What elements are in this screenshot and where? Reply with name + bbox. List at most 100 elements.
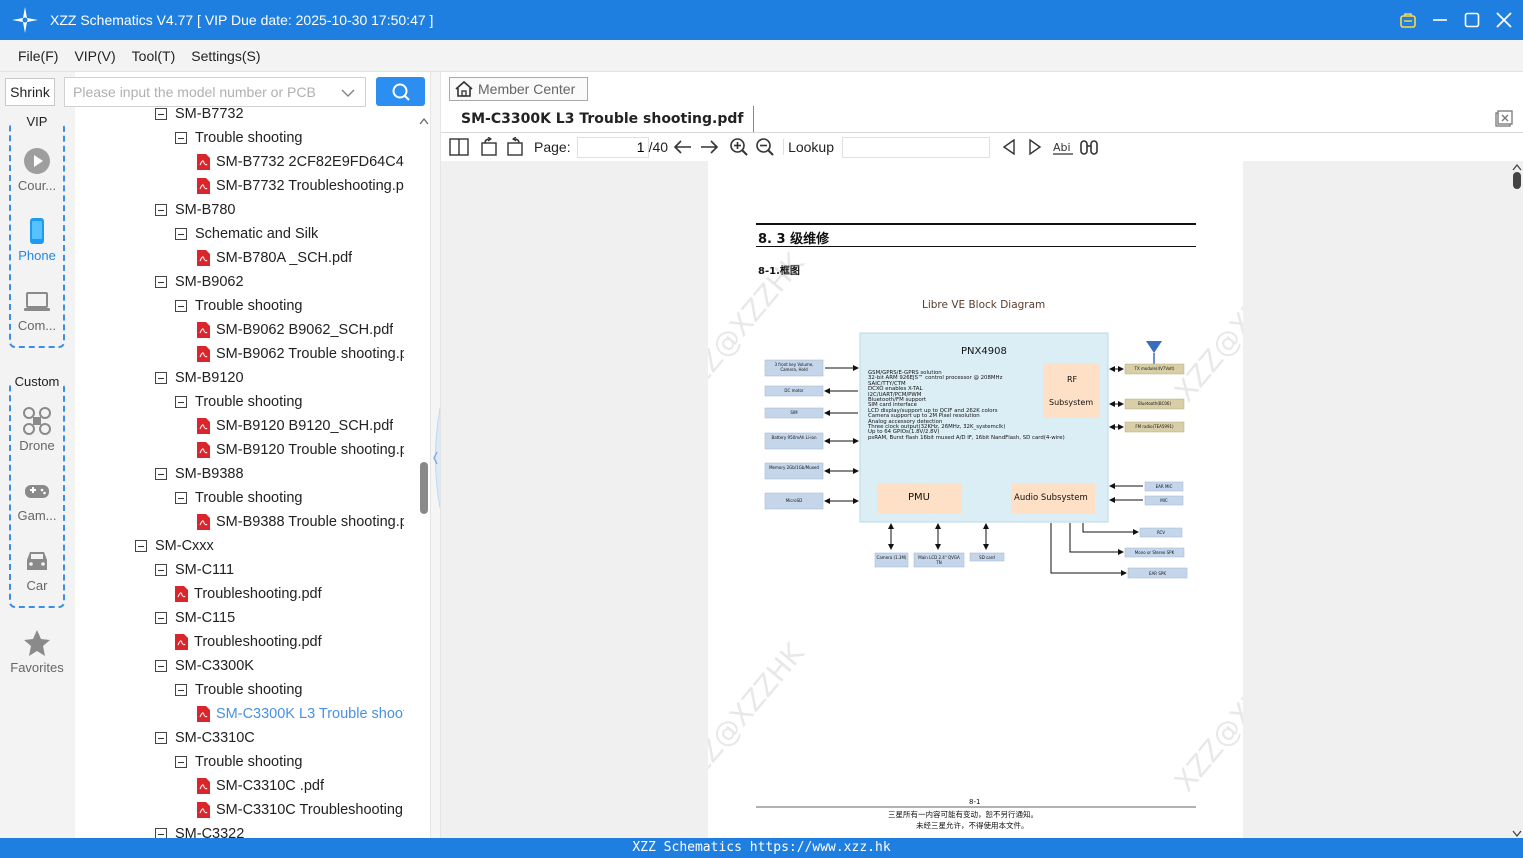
rail-item-phone[interactable]: Phone [11, 216, 63, 263]
collapse-toggle-icon[interactable] [175, 228, 187, 240]
collapse-toggle-icon[interactable] [155, 828, 167, 838]
menu-settings[interactable]: Settings(S) [191, 48, 260, 64]
find-previous-icon[interactable] [998, 136, 1020, 158]
tree-file-item[interactable]: SM-B780A _SCH.pdf [197, 246, 352, 270]
rotate-right-icon[interactable] [504, 136, 526, 158]
member-center-button[interactable]: Member Center [449, 77, 588, 101]
maximize-icon[interactable] [1463, 11, 1481, 29]
tree-folder-item[interactable]: Trouble shooting [175, 486, 302, 510]
tree-folder-item[interactable]: Trouble shooting [175, 126, 302, 150]
collapse-toggle-icon[interactable] [175, 756, 187, 768]
previous-view-icon[interactable] [672, 136, 694, 158]
tree-folder-item[interactable]: SM-B7732 [155, 108, 244, 126]
zoom-in-icon[interactable] [728, 136, 750, 158]
tree-folder-item[interactable]: Trouble shooting [175, 750, 302, 774]
collapse-toggle-icon[interactable] [175, 132, 187, 144]
rail-item-drone[interactable]: Drone [11, 406, 63, 453]
collapse-toggle-icon[interactable] [155, 660, 167, 672]
model-search-field[interactable] [64, 77, 366, 107]
rail-item-courses[interactable]: Cour... [11, 146, 63, 193]
match-case-icon[interactable]: Abi [1050, 136, 1076, 158]
collapse-toggle-icon[interactable] [175, 684, 187, 696]
close-tabs-icon[interactable] [1495, 110, 1513, 128]
tree-file-item[interactable]: SM-C3300K L3 Trouble shooting.pdf [197, 702, 404, 726]
menu-vip[interactable]: VIP(V) [74, 48, 115, 64]
minimize-icon[interactable] [1431, 11, 1449, 29]
collapse-toggle-icon[interactable] [175, 396, 187, 408]
tree-folder-item[interactable]: SM-C115 [155, 606, 235, 630]
collapse-toggle-icon[interactable] [155, 468, 167, 480]
tree-folder-item[interactable]: SM-C3310C [155, 726, 255, 750]
viewer-toolbar: Page: /40 Lookup Abi [441, 133, 1523, 161]
tree-folder-item[interactable]: Schematic and Silk [175, 222, 318, 246]
custom-group: Custom Drone Gam... Car [9, 374, 65, 608]
tree-folder-item[interactable]: SM-C3300K [155, 654, 254, 678]
document-tab[interactable]: SM-C3300K L3 Trouble shooting.pdf [451, 106, 755, 132]
audio-subsystem-label: Audio Subsystem [1014, 493, 1088, 503]
tree-folder-item[interactable]: SM-B780 [155, 198, 235, 222]
viewer-scrollbar[interactable] [1511, 161, 1523, 838]
tree-file-item[interactable]: SM-B9388 Trouble shooting.pdf [197, 510, 404, 534]
collapse-toggle-icon[interactable] [155, 108, 167, 120]
right-block-label: Mono or Stereo SPK [1134, 550, 1175, 555]
tree-file-item[interactable]: SM-B7732 Troubleshooting.pdf [197, 174, 404, 198]
tree-folder-item[interactable]: SM-C3322 [155, 822, 244, 838]
collapse-toggle-icon[interactable] [155, 612, 167, 624]
menu-file[interactable]: File(F) [18, 48, 58, 64]
zoom-out-icon[interactable] [754, 136, 776, 158]
collapse-toggle-icon[interactable] [135, 540, 147, 552]
menu-tool[interactable]: Tool(T) [132, 48, 176, 64]
custom-group-title: Custom [11, 374, 63, 389]
collapse-toggle-icon[interactable] [155, 732, 167, 744]
search-input[interactable] [73, 84, 333, 100]
collapse-toggle-icon[interactable] [155, 564, 167, 576]
tree-folder-item[interactable]: SM-B9388 [155, 462, 244, 486]
collapse-toggle-icon[interactable] [155, 372, 167, 384]
tree-folder-item[interactable]: Trouble shooting [175, 390, 302, 414]
chevron-down-icon[interactable] [341, 88, 355, 98]
tree-file-item[interactable]: Troubleshooting.pdf [175, 630, 322, 654]
drone-icon [23, 407, 51, 435]
collapse-toggle-icon[interactable] [175, 492, 187, 504]
tree-item-label: SM-C3322 [175, 826, 245, 838]
tree-item-label: SM-B9062 [175, 274, 244, 290]
page-number-input[interactable] [576, 136, 649, 158]
tree-file-item[interactable]: SM-C3310C Troubleshooting.pdf [197, 798, 404, 822]
tree-file-item[interactable]: Troubleshooting.pdf [175, 582, 322, 606]
rotate-left-icon[interactable] [478, 136, 500, 158]
rail-item-favorites[interactable]: Favorites [7, 628, 67, 675]
collapse-handle-icon[interactable] [431, 408, 441, 508]
page-total: /40 [648, 139, 669, 155]
search-button[interactable] [376, 77, 425, 106]
pdf-viewport[interactable]: 8. 3 级维修 8-1.框图 Libre VE Block Diagram P… [441, 161, 1523, 838]
tree-file-item[interactable]: SM-B9062 Trouble shooting.pdf [197, 342, 404, 366]
lookup-input[interactable] [842, 136, 990, 158]
collapse-toggle-icon[interactable] [175, 300, 187, 312]
panel-splitter[interactable] [430, 72, 441, 838]
vip-bag-icon[interactable] [1399, 11, 1417, 29]
shrink-button[interactable]: Shrink [5, 78, 55, 106]
rail-item-car[interactable]: Car [11, 546, 63, 593]
tree-file-item[interactable]: SM-C3310C .pdf [197, 774, 324, 798]
tree-file-item[interactable]: SM-B9120 Trouble shooting.pdf [197, 438, 404, 462]
tree-scrollbar[interactable] [418, 112, 430, 838]
tree-folder-item[interactable]: SM-B9062 [155, 270, 244, 294]
collapse-toggle-icon[interactable] [155, 204, 167, 216]
close-icon[interactable] [1495, 11, 1513, 29]
rail-item-games[interactable]: Gam... [11, 476, 63, 523]
tree-file-item[interactable]: SM-B9062 B9062_SCH.pdf [197, 318, 393, 342]
tree-folder-item[interactable]: SM-C111 [155, 558, 234, 582]
tree-folder-item[interactable]: SM-Cxxx [135, 534, 214, 558]
binoculars-icon[interactable] [1078, 136, 1100, 158]
model-tree-panel: SM-B7732 Trouble shooting SM-B7732 2CF82E9… [64, 72, 430, 838]
tree-folder-item[interactable]: SM-B9120 [155, 366, 244, 390]
tree-folder-item[interactable]: Trouble shooting [175, 678, 302, 702]
tree-folder-item[interactable]: Trouble shooting [175, 294, 302, 318]
next-view-icon[interactable] [698, 136, 720, 158]
collapse-toggle-icon[interactable] [155, 276, 167, 288]
split-view-icon[interactable] [448, 136, 470, 158]
rail-item-computer[interactable]: Com... [11, 286, 63, 333]
tree-file-item[interactable]: SM-B7732 2CF82E9FD64C469 [197, 150, 404, 174]
find-next-icon[interactable] [1024, 136, 1046, 158]
tree-file-item[interactable]: SM-B9120 B9120_SCH.pdf [197, 414, 393, 438]
